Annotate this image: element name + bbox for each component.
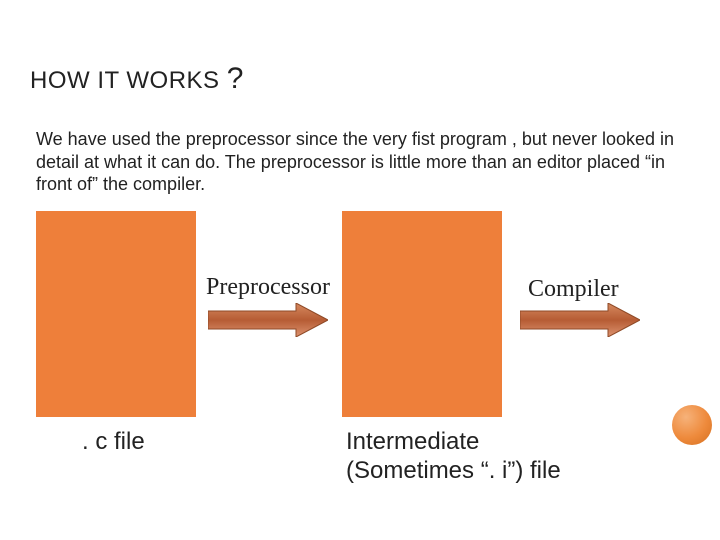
decorative-dot-icon xyxy=(672,405,712,445)
title-question-mark: ? xyxy=(227,62,244,95)
stage-box-intermediate xyxy=(342,211,502,417)
arrow-preprocessor-icon xyxy=(208,303,328,337)
label-preprocessor: Preprocessor xyxy=(206,274,346,302)
stage-box-c-file xyxy=(36,211,196,417)
slide: HOW IT WORKS ? We have used the preproce… xyxy=(0,0,720,540)
arrow-compiler-icon xyxy=(520,303,640,337)
slide-body-text: We have used the preprocessor since the … xyxy=(36,128,684,196)
caption-c-file: . c file xyxy=(82,428,145,457)
slide-title: HOW IT WORKS ? xyxy=(30,62,244,96)
caption-intermediate: Intermediate (Sometimes “. i”) file xyxy=(346,428,606,486)
title-text: HOW IT WORKS xyxy=(30,67,227,94)
label-compiler: Compiler xyxy=(528,276,619,304)
